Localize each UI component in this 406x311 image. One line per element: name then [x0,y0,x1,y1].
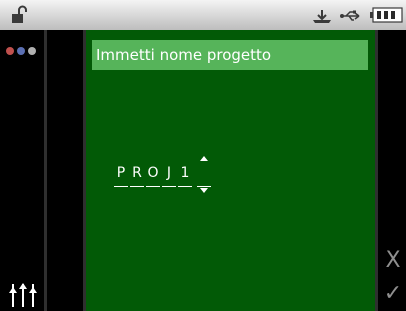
download-tray-icon [313,10,331,23]
menu-dot-gray [28,47,36,55]
name-char-3[interactable]: O [146,164,160,187]
name-char-1[interactable]: P [114,164,128,187]
usb-icon [340,10,360,21]
sliders-settings-icon[interactable] [8,282,40,308]
project-name-dialog: Immetti nome progetto P R O J 1 [86,30,375,311]
sliders-settings-glyph [9,283,37,307]
cancel-button[interactable]: X [383,250,403,272]
confirm-button[interactable]: ✓ [383,282,403,306]
name-char-cursor[interactable] [197,164,211,187]
menu-dot-red [6,47,14,55]
device-screen: Immetti nome progetto P R O J 1 X ✓ [0,0,406,311]
left-rail [0,30,44,311]
name-char-2[interactable]: R [130,164,144,187]
unlocked-padlock-icon [12,5,27,23]
up-arrow-icon[interactable] [200,156,208,161]
name-char-5[interactable]: 1 [178,164,192,187]
spacer-column [47,30,83,311]
battery-icon [370,7,403,23]
dialog-title: Immetti nome progetto [92,40,368,70]
name-char-4[interactable]: J [162,164,176,187]
down-arrow-icon[interactable] [200,188,208,193]
status-bar [0,0,406,30]
menu-dot-blue [17,47,25,55]
three-dots-menu-icon[interactable] [6,45,40,57]
